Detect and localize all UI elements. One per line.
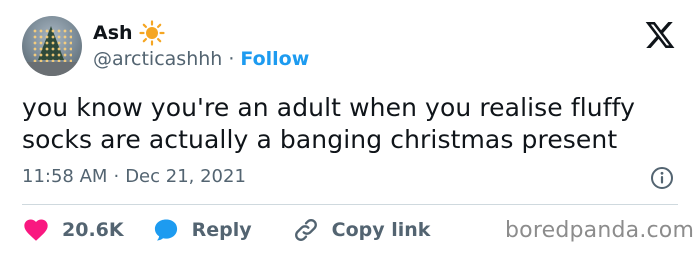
author-handle-row: @arcticashhh · Follow [93,48,309,70]
avatar-ground [22,62,82,76]
author-name-row: Ash [93,20,165,46]
copy-link-button[interactable]: Copy link [292,216,431,244]
tweet-text: you know you're an adult when you realis… [22,92,672,156]
tweet-text-line-1: you know you're an adult when you realis… [22,93,635,122]
link-icon [294,219,317,241]
tweet-date[interactable]: Dec 21, 2021 [125,166,246,188]
meta-separator: · [113,166,120,187]
action-bar: 20.6K Reply Copy link [22,215,430,245]
like-button[interactable]: 20.6K [22,216,124,244]
heart-icon [24,219,48,241]
info-icon[interactable] [650,166,674,190]
handle-separator: · [228,48,235,70]
avatar[interactable] [22,16,82,76]
reply-label: Reply [191,219,252,241]
like-count: 20.6K [62,219,124,241]
tweet-time[interactable]: 11:58 AM [22,166,107,188]
author-handle[interactable]: @arcticashhh [93,48,222,70]
watermark: boredpanda.com [505,218,695,243]
follow-button[interactable]: Follow [240,48,309,70]
author-name[interactable]: Ash [93,22,133,44]
reply-button[interactable]: Reply [152,216,252,244]
divider [22,204,678,205]
avatar-lights [32,28,72,62]
copy-link-label: Copy link [331,219,431,241]
tweet-text-line-2: socks are actually a banging christmas p… [22,125,618,154]
tweet-meta: 11:58 AM · Dec 21, 2021 [22,166,246,188]
x-logo-icon[interactable] [643,19,677,51]
reply-bubble-icon [154,219,177,241]
sun-icon [138,20,165,46]
